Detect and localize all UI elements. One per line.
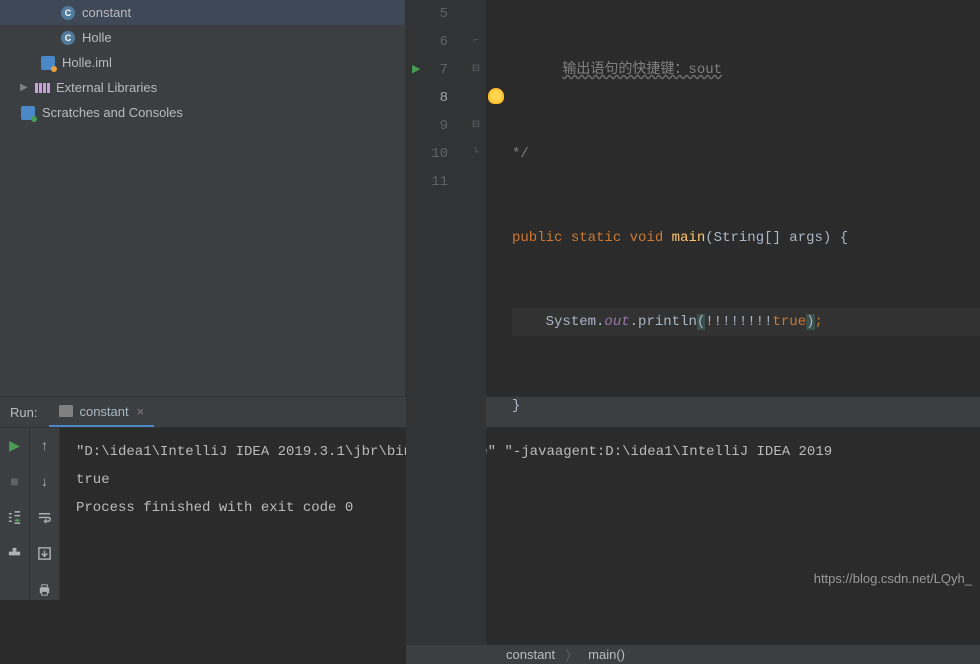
code-text: void [630, 230, 664, 246]
tree-label: External Libraries [56, 80, 157, 95]
code-text: .println [630, 314, 697, 330]
fold-marker[interactable]: ⊟ [466, 56, 486, 84]
run-tab-label: constant [79, 404, 128, 419]
library-icon [34, 80, 50, 96]
tree-item-external-libraries[interactable]: ▶ External Libraries [0, 75, 405, 100]
fold-marker[interactable]: ⌐ [466, 28, 486, 56]
run-tab[interactable]: constant × [49, 397, 154, 427]
tree-item-constant[interactable]: C constant [0, 0, 405, 25]
code-text: ) [806, 314, 814, 330]
code-text: sout [688, 62, 722, 78]
class-icon: C [60, 5, 76, 21]
scroll-end-button[interactable] [34, 542, 56, 564]
code-text: (String[] args) { [705, 230, 848, 246]
watermark: https://blog.csdn.net/LQyh_ [814, 571, 972, 586]
code-text: main [672, 230, 706, 246]
code-text: !!!!!!!! [705, 314, 772, 330]
layout-button[interactable] [4, 506, 26, 528]
up-button[interactable]: ↑ [34, 434, 56, 456]
fold-marker[interactable]: └ [466, 140, 486, 168]
code-editor[interactable]: 5 6 ▶7 8 9 10 11 ⌐ ⊟ ⊟ └ 输出语 [406, 0, 980, 396]
project-tree: C constant C Holle Holle.iml ▶ External … [0, 0, 406, 396]
breadcrumb-class[interactable]: constant [506, 647, 555, 662]
line-number: 5 [406, 0, 448, 28]
code-text: */ [512, 146, 529, 162]
code-text: public [512, 230, 562, 246]
tree-label: Holle [82, 30, 112, 45]
run-gutter-icon[interactable]: ▶ [412, 56, 420, 84]
stop-button[interactable]: ■ [4, 470, 26, 492]
line-number: 8 [406, 84, 448, 112]
expand-arrow-icon[interactable]: ▶ [20, 82, 30, 93]
code-content[interactable]: 输出语句的快捷键：sout */ public static void main… [508, 0, 980, 644]
breadcrumb-method[interactable]: main() [588, 647, 625, 662]
tree-label: Holle.iml [62, 55, 112, 70]
run-toolbar-primary: ▶ ■ [0, 428, 30, 600]
down-button[interactable]: ↓ [34, 470, 56, 492]
tree-item-holle[interactable]: C Holle [0, 25, 405, 50]
line-number: ▶7 [406, 56, 448, 84]
scratches-icon [20, 105, 36, 121]
print-button[interactable] [34, 578, 56, 600]
code-text: 输出语句的快捷键： [562, 62, 688, 78]
code-text: true [772, 314, 806, 330]
fold-marker[interactable]: ⊟ [466, 112, 486, 140]
line-number: 6 [406, 28, 448, 56]
chevron-right-icon: 〉 [565, 645, 578, 664]
line-gutter[interactable]: 5 6 ▶7 8 9 10 11 [406, 0, 466, 644]
code-text: ( [697, 314, 705, 330]
pin-button[interactable] [4, 542, 26, 564]
run-title: Run: [2, 405, 45, 420]
fold-column[interactable]: ⌐ ⊟ ⊟ └ [466, 0, 486, 644]
code-text: System. [546, 314, 605, 330]
close-icon[interactable]: × [137, 404, 145, 419]
code-text: static [571, 230, 621, 246]
class-icon: C [60, 30, 76, 46]
intention-bulb-icon[interactable] [488, 88, 504, 104]
iml-icon [40, 55, 56, 71]
breadcrumb[interactable]: constant 〉 main() [406, 644, 980, 664]
line-number: 10 [406, 140, 448, 168]
line-number: 9 [406, 112, 448, 140]
tree-label: Scratches and Consoles [42, 105, 183, 120]
line-number: 11 [406, 168, 448, 196]
tree-label: constant [82, 5, 131, 20]
code-text: out [604, 314, 629, 330]
run-toolbar-secondary: ↑ ↓ [30, 428, 60, 600]
code-text: } [512, 398, 520, 414]
console-icon [59, 405, 73, 417]
rerun-button[interactable]: ▶ [4, 434, 26, 456]
tree-item-iml[interactable]: Holle.iml [0, 50, 405, 75]
tree-item-scratches[interactable]: Scratches and Consoles [0, 100, 405, 125]
wrap-button[interactable] [34, 506, 56, 528]
code-text: ; [815, 314, 823, 330]
